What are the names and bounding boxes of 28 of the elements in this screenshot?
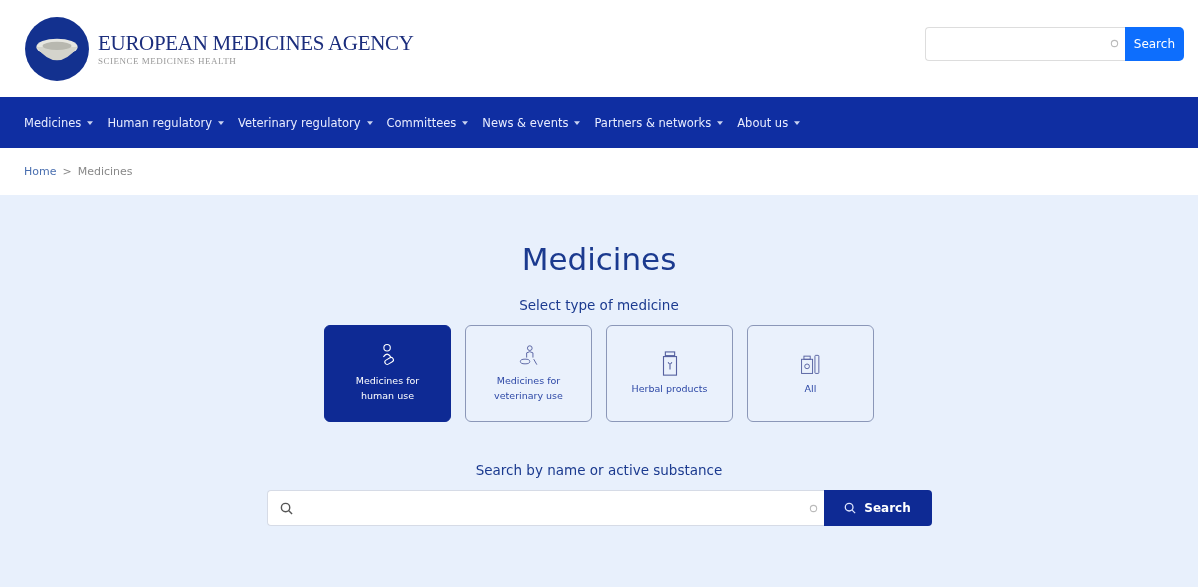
type-heading: Select type of medicine (519, 297, 679, 313)
search-field[interactable] (266, 490, 824, 526)
breadcrumb-current: Medicines (77, 165, 133, 178)
nav-link[interactable]: News & events (482, 115, 581, 130)
search-field[interactable] (924, 26, 1125, 61)
page-title: Medicines (521, 241, 677, 277)
nav-link[interactable]: Medicines (24, 115, 94, 130)
medicine-type-tile[interactable]: Medicines for veterinary use (465, 325, 592, 422)
nav-link[interactable]: About us (737, 115, 801, 130)
clear-icon (1109, 39, 1119, 48)
logo-title: EUROPEAN MEDICINES AGENCY (98, 31, 414, 56)
medicine-type-tile[interactable]: All (747, 325, 874, 422)
breadcrumb-link[interactable]: Home (24, 165, 57, 178)
search-button[interactable]: Search (823, 490, 932, 526)
search-icon (844, 502, 857, 514)
search-icon (279, 501, 293, 515)
nav-link[interactable]: Committees (386, 115, 469, 130)
nav-link[interactable]: Partners & networks (594, 115, 724, 130)
medicine-type-tile[interactable]: Herbal products (606, 325, 733, 422)
nav-link[interactable]: Veterinary regulatory (237, 115, 373, 130)
medicine-type-tile[interactable]: Medicines for human use (324, 325, 451, 422)
breadcrumb-separator: > (62, 165, 72, 178)
logo-tagline: SCIENCE MEDICINES HEALTH (98, 56, 238, 66)
clear-icon (808, 503, 818, 513)
search-heading: Search by name or active substance (475, 462, 723, 478)
search-button[interactable]: Search (1124, 26, 1184, 61)
nav-link[interactable]: Human regulatory (107, 115, 224, 130)
logo-icon (24, 15, 90, 82)
